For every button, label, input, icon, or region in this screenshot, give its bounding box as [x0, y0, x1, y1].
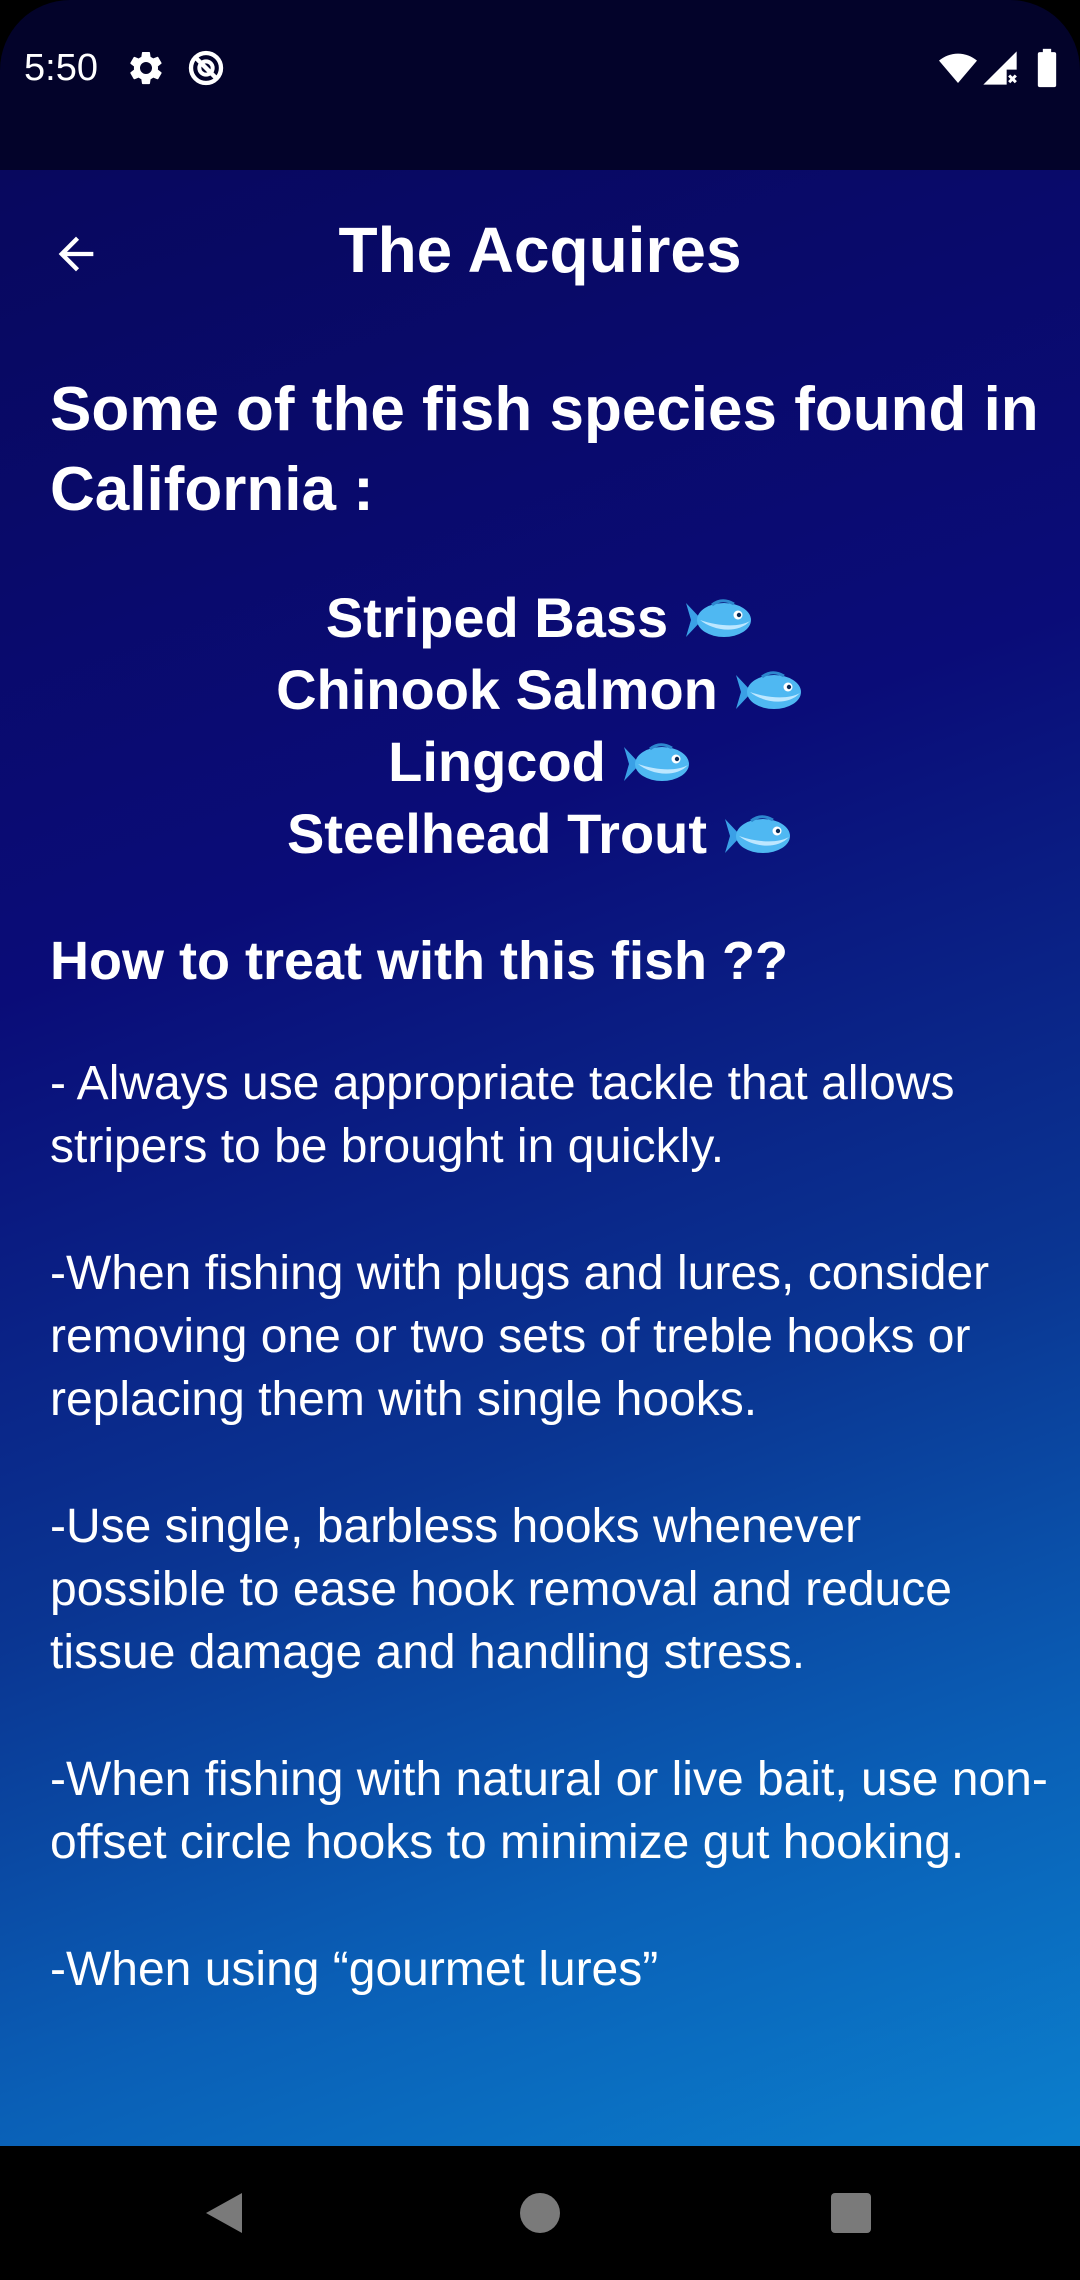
signal-icon	[983, 51, 1017, 85]
species-name: Lingcod	[388, 730, 606, 793]
fish-icon	[735, 671, 801, 709]
fish-icon	[686, 599, 752, 637]
battery-icon	[1037, 48, 1057, 88]
species-item: Chinook Salmon	[0, 654, 1080, 726]
fish-icon	[725, 815, 791, 853]
species-item: Striped Bass	[0, 582, 1080, 654]
do-not-disturb-icon	[188, 50, 224, 86]
phone-screen: 5:50 The Acquires Some of the fish speci…	[0, 0, 1080, 2280]
page-title-text: The Acquires	[338, 214, 742, 286]
status-time: 5:50	[24, 47, 98, 89]
species-heading: Some of the fish species found in Califo…	[50, 375, 1039, 524]
tip-paragraph: - Always use appropriate tackle that all…	[50, 1057, 955, 1173]
fish-icon	[623, 743, 689, 781]
species-item: Steelhead Trout	[0, 798, 1080, 870]
page-title: The Acquires	[0, 212, 1080, 288]
tip-paragraph: -When fishing with natural or live bait,…	[50, 1753, 1048, 1869]
treatment-heading: How to treat with this fish ??	[50, 931, 788, 991]
gear-icon	[130, 51, 162, 85]
species-item: Lingcod	[0, 726, 1080, 798]
screen-content: The Acquires Some of the fish species fo…	[0, 170, 1080, 2146]
wifi-icon	[939, 53, 977, 83]
home-circle-icon[interactable]	[515, 2188, 565, 2238]
species-name: Steelhead Trout	[286, 802, 708, 865]
species-name: Chinook Salmon	[276, 658, 718, 721]
back-triangle-icon[interactable]	[200, 2188, 250, 2238]
tip-paragraph: -When fishing with plugs and lures, cons…	[50, 1247, 990, 1426]
tip-paragraph: -When using “gourmet lures”	[50, 1943, 659, 1996]
recents-square-icon[interactable]	[826, 2188, 876, 2238]
tip-paragraph: -Use single, barbless hooks whenever pos…	[50, 1500, 952, 1679]
app-bar: The Acquires	[0, 170, 1080, 330]
navigation-bar	[0, 2146, 1080, 2280]
species-name: Striped Bass	[325, 586, 669, 649]
species-list: Striped Bass Chinook Salmon Lingcod Stee…	[0, 582, 1080, 870]
status-bar: 5:50	[0, 0, 1080, 170]
tips-list: - Always use appropriate tackle that all…	[50, 1052, 1050, 2065]
